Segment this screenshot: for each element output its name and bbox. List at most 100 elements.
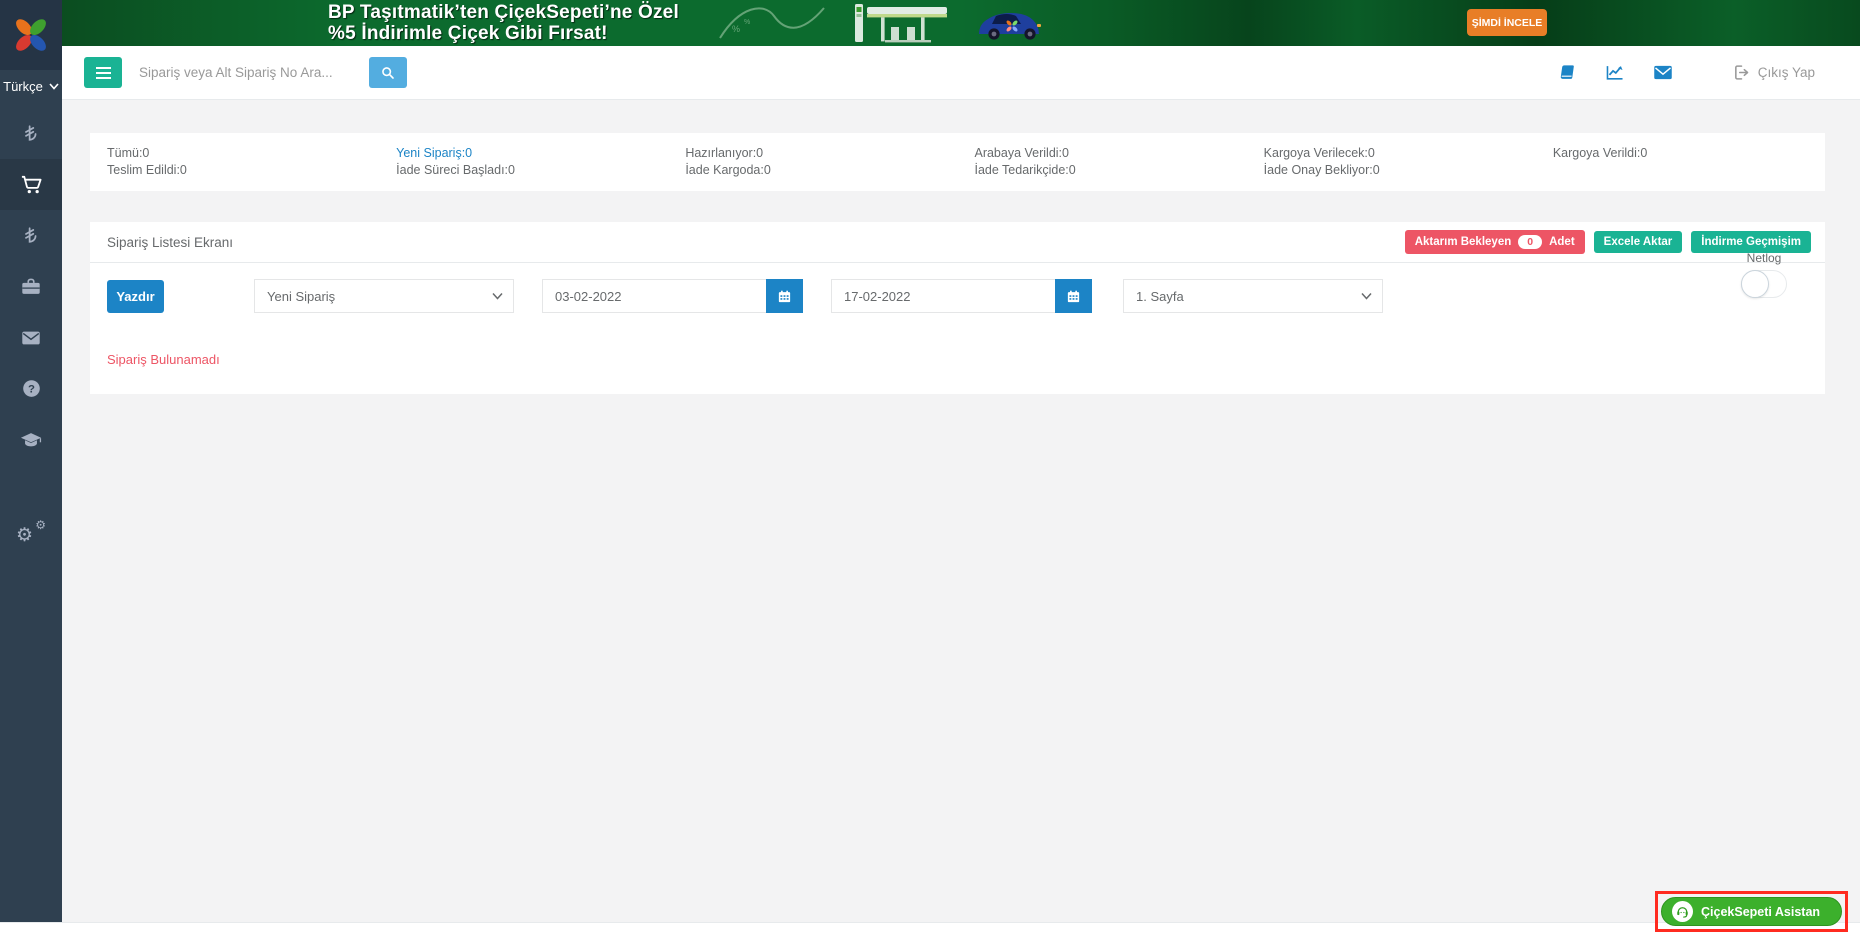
status-to-be-shipped[interactable]: Kargoya Verilecek:0 <box>1264 145 1536 162</box>
line-chart-icon <box>1605 63 1625 82</box>
status-delivered[interactable]: Teslim Edildi:0 <box>107 162 379 179</box>
pump-doodle-icon: % % <box>712 2 832 44</box>
pending-transfer-label: Aktarım Bekleyen <box>1415 236 1512 248</box>
topbar-actions: Çıkış Yap <box>1558 63 1815 82</box>
order-status-select[interactable]: Yeni Sipariş <box>254 279 514 313</box>
sidebar-nav: ? ⚙⚙ <box>0 108 62 562</box>
sidebar-item-business[interactable] <box>0 261 62 312</box>
netlog-control: Netlog <box>1741 251 1787 298</box>
logout-icon <box>1733 64 1750 81</box>
assistant-annotation-box: ÇiçekSepeti Asistan <box>1655 891 1848 932</box>
sidebar-item-settings[interactable]: ⚙⚙ <box>0 511 62 562</box>
sidebar-item-help[interactable]: ? <box>0 363 62 414</box>
menu-icon <box>96 67 111 79</box>
assistant-button[interactable]: ÇiçekSepeti Asistan <box>1661 897 1842 926</box>
page-footer <box>0 922 1860 937</box>
sidebar: Türkçe <box>0 0 62 922</box>
svg-text:?: ? <box>28 384 35 396</box>
logout-button[interactable]: Çıkış Yap <box>1733 64 1815 81</box>
status-col-2: Yeni Sipariş:0 İade Süreci Başladı:0 <box>379 145 668 179</box>
question-circle-icon: ? <box>21 378 42 399</box>
headset-icon <box>1672 901 1693 922</box>
status-return-awaiting-approval[interactable]: İade Onay Bekliyor:0 <box>1264 162 1536 179</box>
banner-cta-button[interactable]: ŞİMDİ İNCELE <box>1467 9 1547 36</box>
toggle-knob <box>1741 270 1769 298</box>
svg-text:%: % <box>732 24 740 34</box>
page-select-value: 1. Sayfa <box>1136 289 1361 304</box>
order-status-select-value: Yeni Sipariş <box>267 289 492 304</box>
calendar-icon <box>777 289 792 304</box>
order-status-summary: Tümü:0 Teslim Edildi:0 Yeni Sipariş:0 İa… <box>90 133 1825 191</box>
banner-line-2: %5 İndirimle Çiçek Gibi Fırsat! <box>328 23 679 44</box>
chevron-down-icon <box>492 292 503 300</box>
status-preparing[interactable]: Hazırlanıyor:0 <box>685 145 957 162</box>
empty-orders-message: Sipariş Bulunamadı <box>90 331 1825 394</box>
filter-row: Yazdır Yeni Sipariş <box>90 263 1825 331</box>
language-label: Türkçe <box>3 79 43 94</box>
pending-transfer-button[interactable]: Aktarım Bekleyen 0 Adet <box>1405 230 1585 254</box>
status-return-at-supplier[interactable]: İade Tedarikçide:0 <box>974 162 1246 179</box>
sidebar-item-payments[interactable] <box>0 108 62 159</box>
envelope-icon <box>1653 64 1673 81</box>
netlog-label: Netlog <box>1747 251 1782 265</box>
end-date-input[interactable] <box>831 279 1055 313</box>
status-col-1: Tümü:0 Teslim Edildi:0 <box>90 145 379 179</box>
end-date-group <box>831 279 1092 313</box>
car-icon <box>974 7 1050 41</box>
calendar-icon <box>1066 289 1081 304</box>
gears-icon: ⚙⚙ <box>18 525 44 549</box>
menu-toggle-button[interactable] <box>84 57 122 88</box>
order-list-panel: Sipariş Listesi Ekranı Aktarım Bekleyen … <box>90 222 1825 394</box>
app-logo[interactable] <box>0 0 62 70</box>
print-button[interactable]: Yazdır <box>107 280 164 313</box>
search-icon <box>380 65 396 81</box>
search-button[interactable] <box>369 57 407 88</box>
catalog-button[interactable] <box>1558 63 1577 82</box>
promo-banner[interactable]: % % BP Taşıtmatik’ten ÇiçekSepeti’ne Öze… <box>62 0 1860 46</box>
end-date-calendar-button[interactable] <box>1055 279 1092 313</box>
chevron-down-icon <box>49 83 59 90</box>
status-col-5: Kargoya Verilecek:0 İade Onay Bekliyor:0 <box>1247 145 1536 179</box>
status-shipped[interactable]: Kargoya Verildi:0 <box>1553 145 1825 162</box>
turkish-lira-icon <box>20 225 42 247</box>
download-history-button[interactable]: İndirme Geçmişim <box>1691 231 1811 253</box>
sidebar-item-finance[interactable] <box>0 210 62 261</box>
sidebar-item-orders[interactable] <box>0 159 62 210</box>
flower-logo-icon <box>10 14 52 56</box>
briefcase-icon <box>20 276 42 298</box>
status-given-to-car[interactable]: Arabaya Verildi:0 <box>974 145 1246 162</box>
status-col-6: Kargoya Verildi:0 <box>1536 145 1825 179</box>
status-all[interactable]: Tümü:0 <box>107 145 379 162</box>
language-selector[interactable]: Türkçe <box>0 70 62 102</box>
pending-transfer-count-badge: 0 <box>1518 235 1542 249</box>
messages-button[interactable] <box>1653 64 1673 81</box>
netlog-toggle[interactable] <box>1741 270 1787 298</box>
sidebar-item-messages[interactable] <box>0 312 62 363</box>
sidebar-item-education[interactable] <box>0 414 62 465</box>
reports-button[interactable] <box>1605 63 1625 82</box>
envelope-icon <box>20 327 42 349</box>
turkish-lira-icon <box>20 123 42 145</box>
logout-label: Çıkış Yap <box>1758 65 1815 80</box>
pending-transfer-suffix: Adet <box>1549 236 1575 248</box>
book-icon <box>1558 63 1577 82</box>
start-date-input[interactable] <box>542 279 766 313</box>
graduation-cap-icon <box>19 429 43 451</box>
start-date-group <box>542 279 803 313</box>
page-title: Sipariş Listesi Ekranı <box>107 235 233 250</box>
shopping-cart-icon <box>20 173 43 196</box>
svg-text:%: % <box>744 19 750 26</box>
start-date-calendar-button[interactable] <box>766 279 803 313</box>
page-select[interactable]: 1. Sayfa <box>1123 279 1383 313</box>
status-col-4: Arabaya Verildi:0 İade Tedarikçide:0 <box>957 145 1246 179</box>
status-return-in-cargo[interactable]: İade Kargoda:0 <box>685 162 957 179</box>
status-col-3: Hazırlanıyor:0 İade Kargoda:0 <box>668 145 957 179</box>
gas-station-icon <box>855 3 949 45</box>
search-input[interactable] <box>139 57 357 89</box>
status-new-order[interactable]: Yeni Sipariş:0 <box>396 145 668 162</box>
banner-headline: BP Taşıtmatik’ten ÇiçekSepeti’ne Özel %5… <box>328 2 679 44</box>
panel-header: Sipariş Listesi Ekranı Aktarım Bekleyen … <box>90 222 1825 263</box>
export-excel-button[interactable]: Excele Aktar <box>1594 231 1683 253</box>
status-return-started[interactable]: İade Süreci Başladı:0 <box>396 162 668 179</box>
banner-line-1: BP Taşıtmatik’ten ÇiçekSepeti’ne Özel <box>328 2 679 23</box>
